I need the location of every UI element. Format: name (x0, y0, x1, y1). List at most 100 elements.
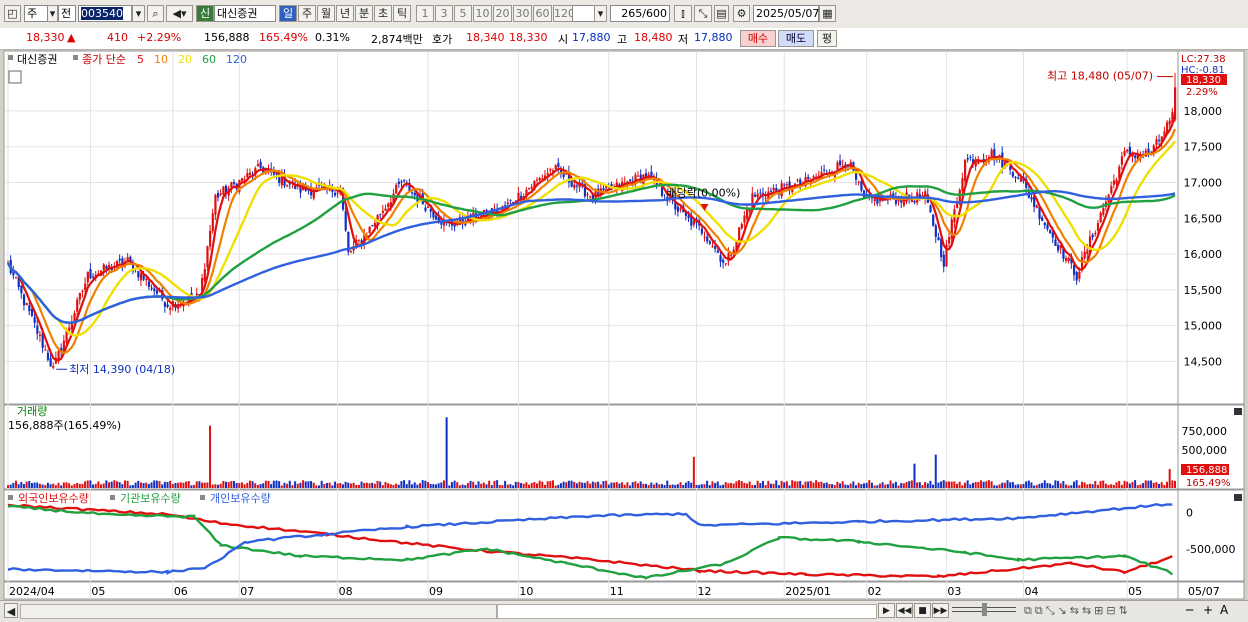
volume-bar (187, 481, 190, 488)
volume-bar (889, 480, 892, 488)
interval-1[interactable]: 1 (416, 5, 434, 22)
save-icon[interactable]: ▤ (714, 5, 729, 22)
volume-bar (1139, 484, 1142, 488)
volume-bar (485, 484, 488, 488)
sell-button[interactable]: 매도 (778, 30, 814, 47)
candle-body (92, 276, 95, 278)
volume-bar (929, 480, 932, 488)
volume-bar (341, 484, 344, 488)
volume-bar (528, 484, 531, 488)
volume-bar (831, 484, 834, 488)
buy-button[interactable]: 매수 (740, 30, 776, 47)
zoom-symbol-1[interactable]: + (1203, 603, 1213, 617)
scroll-track[interactable] (20, 604, 497, 619)
legend-marker (8, 55, 13, 60)
stock-code-input[interactable]: 003540 (78, 5, 132, 22)
volume-bar (793, 481, 796, 488)
scroll-bar[interactable]: ◀ ▶ ◀◀ ■ ▶▶ ⧉⧉⤡↘⇆⇆⊞⊟⇅ ─ + A (0, 600, 1248, 622)
interval-30[interactable]: 30 (513, 5, 532, 22)
search-icon[interactable]: ⌕ (147, 5, 164, 22)
tab-period-6[interactable]: 틱 (393, 5, 411, 22)
volume-bar (1126, 481, 1129, 488)
volume-bar (17, 484, 20, 488)
prev-button[interactable]: 전 (58, 5, 76, 22)
volume-bar (100, 484, 103, 488)
nav-button-2[interactable]: ■ (914, 603, 931, 618)
volume-bar (549, 481, 552, 488)
volume-bar (129, 485, 132, 488)
nav-button-1[interactable]: ◀◀ (896, 603, 913, 618)
volume-bar (86, 480, 89, 488)
chevron-down-icon[interactable]: ▾ (48, 5, 58, 22)
candle-body (1158, 139, 1161, 141)
volume-bar (65, 482, 68, 488)
volume-bar (427, 482, 430, 488)
interval-3[interactable]: 3 (435, 5, 453, 22)
candle-icon[interactable]: ⫾ (674, 5, 692, 22)
candle-body (1030, 197, 1033, 200)
volume-bar (68, 483, 71, 488)
tab-period-0[interactable]: 일 (279, 5, 297, 22)
tab-period-5[interactable]: 초 (374, 5, 392, 22)
gear-icon[interactable]: ⚙ (733, 5, 750, 22)
date-input[interactable]: 2025/05/07 (753, 5, 819, 22)
tab-period-3[interactable]: 년 (336, 5, 354, 22)
interval-dropdown-icon[interactable]: ▾ (594, 5, 607, 22)
interval-5[interactable]: 5 (454, 5, 472, 22)
candle-body (22, 294, 26, 306)
volume-bar (411, 484, 414, 488)
volume-bar (900, 483, 903, 488)
zoom-symbol-0[interactable]: ─ (1186, 603, 1193, 617)
tab-period-4[interactable]: 분 (355, 5, 373, 22)
eval-button[interactable]: 평 (817, 30, 837, 47)
candle-body (163, 302, 167, 307)
volume-bar (201, 482, 204, 488)
volume-bar (294, 481, 297, 488)
volume-bar (998, 484, 1001, 488)
tab-period-2[interactable]: 월 (317, 5, 335, 22)
candle-body (434, 215, 438, 220)
scroll-thumb[interactable] (497, 604, 877, 619)
candle-body (126, 257, 129, 261)
date-axis-label: 02 (868, 585, 882, 598)
chart-area[interactable]: 14,500 15,000 15,500 16,000 16,500 17,000 17,5… (0, 49, 1248, 600)
interval-20[interactable]: 20 (493, 5, 512, 22)
candle-body (570, 180, 573, 187)
scroll-left-icon[interactable]: ◀ (4, 603, 18, 618)
volume-bar (413, 482, 416, 488)
candle-body (1126, 149, 1129, 152)
volume-bar (20, 482, 23, 488)
turnover-rate: 0.31% (315, 31, 350, 44)
code-dropdown-icon[interactable]: ▾ (132, 5, 145, 22)
volume-bar (275, 480, 278, 488)
window-icon[interactable]: ◰ (4, 5, 21, 22)
volume-bar (517, 482, 520, 488)
drawing-tools[interactable]: ⧉⧉⤡↘⇆⇆⊞⊟⇅ (1024, 604, 1131, 618)
calendar-icon[interactable]: ▦ (819, 5, 836, 22)
candle-body (203, 269, 206, 281)
sound-icon[interactable]: ◀▾ (166, 5, 193, 22)
count-field[interactable]: 265/600 (610, 5, 670, 22)
high-price: 18,480 (634, 31, 673, 44)
volume-bar (1102, 480, 1105, 488)
zoom-handle[interactable] (982, 603, 987, 616)
draw-tool-icon[interactable]: ⤡ (694, 5, 712, 22)
interval-60[interactable]: 60 (533, 5, 552, 22)
interval-10[interactable]: 10 (473, 5, 492, 22)
nav-button-0[interactable]: ▶ (878, 603, 895, 618)
candle-body (676, 206, 680, 212)
volume-bar (33, 482, 36, 488)
type-select[interactable]: 주 (24, 5, 48, 22)
nav-button-3[interactable]: ▶▶ (932, 603, 949, 618)
volume-bar (652, 484, 655, 488)
volume-bar (70, 485, 73, 488)
volume-bar (990, 481, 993, 488)
volume-bar (97, 481, 100, 488)
tab-period-1[interactable]: 주 (298, 5, 316, 22)
zoom-symbol-2[interactable]: A (1220, 603, 1228, 617)
candle-body (812, 176, 815, 178)
candle-body (929, 205, 932, 213)
volume-bar (472, 481, 475, 488)
stock-name-field[interactable]: 대신증권 (214, 5, 276, 22)
candle-body (286, 185, 289, 187)
